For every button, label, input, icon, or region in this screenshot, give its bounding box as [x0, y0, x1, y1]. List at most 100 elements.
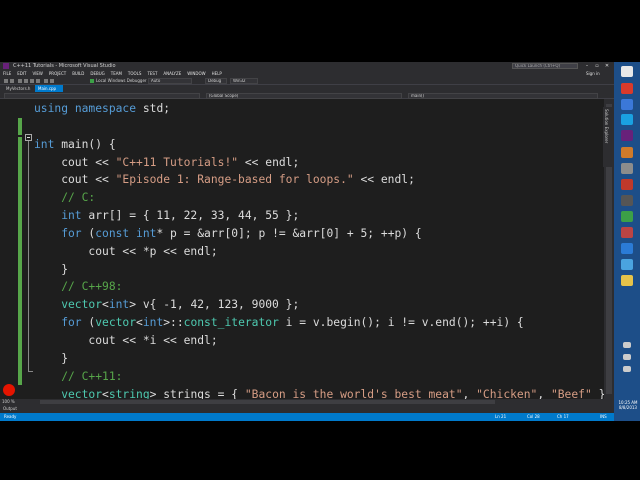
code-line[interactable]: vector<int> v{ -1, 42, 123, 9000 }; — [34, 296, 612, 314]
outline-guide — [28, 141, 29, 371]
visual-studio-logo-icon — [3, 63, 9, 69]
code-token: cout << — [34, 155, 116, 169]
code-line[interactable]: // C++11: — [34, 368, 612, 386]
app-icon[interactable] — [621, 211, 633, 222]
code-line[interactable]: cout << "Episode 1: Range-based for loop… — [34, 171, 612, 189]
app-icon[interactable] — [621, 179, 633, 190]
tab-main-cpp[interactable]: Main.cpp — [35, 85, 63, 92]
menu-file[interactable]: FILE — [3, 70, 11, 77]
save-icon[interactable] — [30, 79, 34, 83]
code-token: string — [108, 387, 150, 400]
code-line[interactable]: cout << *i << endl; — [34, 332, 612, 350]
chrome-icon[interactable] — [621, 83, 633, 94]
ie-icon[interactable] — [621, 99, 633, 110]
code-token: // C++11: — [34, 369, 123, 383]
breakpoint-icon[interactable] — [3, 384, 15, 396]
menu-test[interactable]: TEST — [147, 70, 157, 77]
code-text[interactable]: using namespace std; int main() { cout <… — [34, 100, 612, 399]
code-line[interactable]: cout << "C++11 Tutorials!" << endl; — [34, 154, 612, 172]
editor-gutter[interactable] — [0, 99, 33, 399]
code-editor[interactable]: using namespace std; int main() { cout <… — [0, 99, 614, 399]
sign-in-link[interactable]: Sign in — [586, 70, 600, 77]
minimize-button[interactable]: – — [582, 62, 592, 70]
code-token: } — [34, 351, 69, 365]
app-icon[interactable] — [621, 195, 633, 206]
code-token: int — [34, 209, 82, 223]
app-icon[interactable] — [621, 243, 633, 254]
close-button[interactable]: ✕ — [602, 62, 612, 70]
app-icon[interactable] — [621, 227, 633, 238]
letterbox-top — [0, 0, 640, 62]
menu-window[interactable]: WINDOW — [187, 70, 205, 77]
code-line[interactable]: // C++98: — [34, 278, 612, 296]
code-line[interactable]: int arr[] = { 11, 22, 33, 44, 55 }; — [34, 207, 612, 225]
horizontal-scroll-thumb[interactable] — [40, 400, 495, 404]
auto-combo[interactable]: Auto — [148, 78, 192, 84]
solution-explorer-tab[interactable]: Solution Explorer — [603, 107, 614, 167]
explorer-icon[interactable] — [621, 147, 633, 158]
save-all-icon[interactable] — [36, 79, 40, 83]
code-line[interactable]: for (vector<int>::const_iterator i = v.b… — [34, 314, 612, 332]
code-token: "C++11 Tutorials!" — [115, 155, 239, 169]
open-icon[interactable] — [24, 79, 28, 83]
skype-icon[interactable] — [621, 114, 633, 125]
volume-icon[interactable] — [623, 366, 631, 372]
platform-combo[interactable]: Win32 — [230, 78, 258, 84]
menu-debug[interactable]: DEBUG — [90, 70, 104, 77]
code-line[interactable] — [34, 118, 612, 136]
undo-icon[interactable] — [44, 79, 48, 83]
menu-analyze[interactable]: ANALYZE — [163, 70, 181, 77]
code-line[interactable]: cout << *p << endl; — [34, 243, 612, 261]
back-icon[interactable] — [4, 79, 8, 83]
menu-project[interactable]: PROJECT — [49, 70, 66, 77]
code-line[interactable]: } — [34, 261, 612, 279]
visual-studio-window: C++11 Tutorials - Microsoft Visual Studi… — [0, 62, 640, 421]
start-icon[interactable] — [621, 66, 633, 77]
code-token: cout << *p << endl; — [34, 244, 218, 258]
network-icon[interactable] — [623, 354, 631, 360]
code-token: } — [34, 262, 69, 276]
letterbox-bottom — [0, 421, 640, 480]
collapse-main-icon[interactable] — [25, 134, 32, 141]
code-line[interactable]: int main() { — [34, 136, 612, 154]
tab-project-file[interactable]: MyVectors.h — [3, 85, 33, 92]
redo-icon[interactable] — [50, 79, 54, 83]
menu-tools[interactable]: TOOLS — [128, 70, 142, 77]
tray-icon[interactable] — [623, 342, 631, 348]
code-token: < — [102, 298, 109, 312]
app-icon[interactable] — [621, 259, 633, 270]
visual-studio-icon[interactable] — [621, 130, 633, 141]
menu-edit[interactable]: EDIT — [17, 70, 26, 77]
code-token: std; — [136, 102, 171, 115]
output-tab[interactable]: Output — [3, 405, 17, 413]
app-icon[interactable] — [621, 163, 633, 174]
new-project-icon[interactable] — [18, 79, 22, 83]
code-token: int — [108, 298, 130, 312]
code-line[interactable]: using namespace std; — [34, 100, 612, 118]
code-line[interactable]: vector<string> strings = { "Bacon is the… — [34, 386, 612, 400]
menu-view[interactable]: VIEW — [32, 70, 42, 77]
code-token: cout << — [34, 173, 116, 187]
code-line[interactable]: // C: — [34, 189, 612, 207]
code-line[interactable]: } — [34, 350, 612, 368]
output-panel-header: Output — [0, 405, 614, 413]
configuration-combo[interactable]: Debug — [205, 78, 227, 84]
taskbar-clock[interactable]: 10:25 AM 8/8/2013 — [617, 400, 639, 410]
code-token: "Episode 1: Range-based for loops." — [115, 173, 354, 187]
menu-team[interactable]: TEAM — [111, 70, 122, 77]
code-token: for — [34, 226, 82, 240]
folder-icon[interactable] — [621, 275, 633, 286]
code-line[interactable]: for (const int* p = &arr[0]; p != &arr[0… — [34, 225, 612, 243]
start-debugging-icon[interactable] — [90, 79, 94, 83]
menu-help[interactable]: HELP — [212, 70, 222, 77]
code-token: "Chicken" — [476, 387, 538, 400]
maximize-button[interactable]: ▫ — [592, 62, 602, 70]
run-target-label[interactable]: Local Windows Debugger — [96, 77, 147, 85]
menu-build[interactable]: BUILD — [72, 70, 84, 77]
forward-icon[interactable] — [10, 79, 14, 83]
code-token: << endl; — [353, 173, 415, 187]
code-token: < — [102, 387, 109, 400]
quick-launch-input[interactable]: Quick Launch (Ctrl+Q) — [512, 63, 578, 69]
code-token: * p = &arr[0]; p != &arr[0] + 5; ++p) { — [156, 226, 422, 240]
code-token: ( — [81, 316, 96, 330]
